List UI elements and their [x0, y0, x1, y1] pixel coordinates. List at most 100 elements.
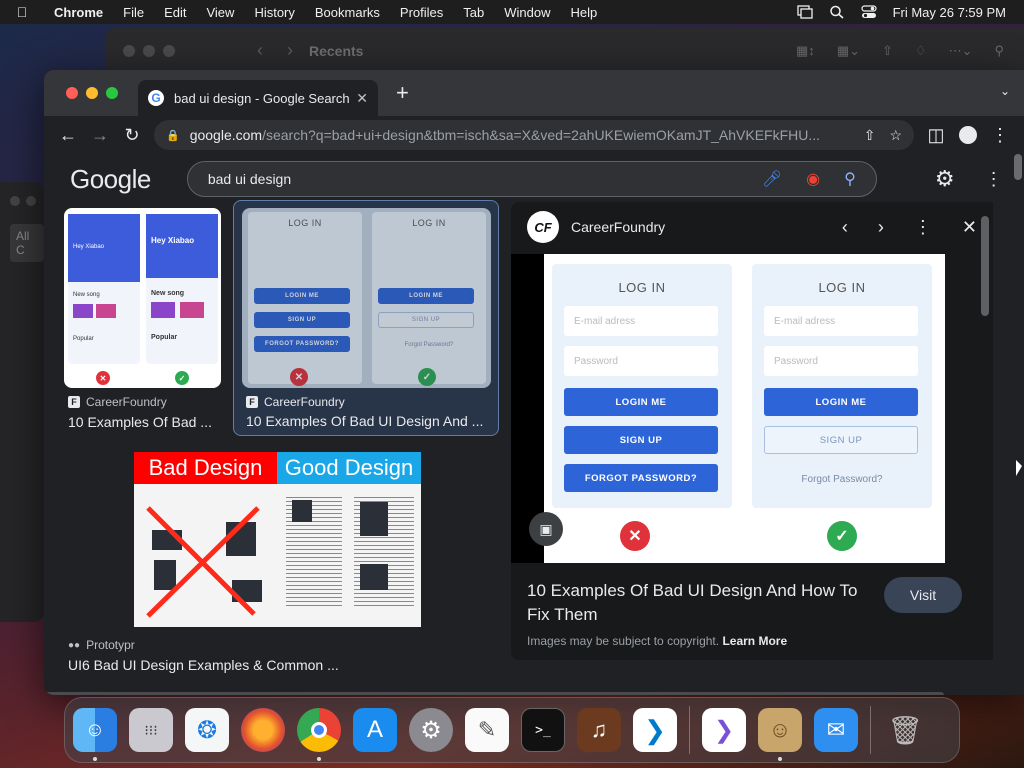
- careerfoundry-logo-icon[interactable]: CF: [527, 211, 559, 243]
- forward-button[interactable]: →: [84, 119, 116, 151]
- panel-source-name[interactable]: CareerFoundry: [571, 219, 665, 235]
- search-query[interactable]: bad ui design: [208, 171, 291, 187]
- good-check-icon: ✓: [175, 371, 189, 385]
- close-tab-icon[interactable]: ✕: [356, 90, 368, 107]
- menu-help[interactable]: Help: [561, 5, 608, 20]
- control-center-icon[interactable]: [860, 5, 877, 19]
- result-1-thumbnail[interactable]: Hey Xiabao New song Popular Hey Xiabao N…: [64, 208, 221, 388]
- result-3-source[interactable]: ●● Prototypr: [68, 638, 135, 652]
- menu-profiles[interactable]: Profiles: [390, 5, 453, 20]
- panel-title[interactable]: 10 Examples Of Bad UI Design And How To …: [527, 579, 867, 627]
- previous-image-icon[interactable]: ‹: [842, 217, 848, 238]
- reload-button[interactable]: ↻: [116, 119, 148, 151]
- menu-history[interactable]: History: [244, 5, 304, 20]
- chrome-icon[interactable]: [297, 708, 341, 761]
- image-result-2-selected[interactable]: LOG IN LOGIN ME SIGN UP FORGOT PASSWORD?…: [233, 200, 499, 436]
- menu-file[interactable]: File: [113, 5, 154, 20]
- learn-more-link[interactable]: Learn More: [722, 634, 787, 648]
- launchpad-icon[interactable]: ⁝⁝⁝: [129, 708, 173, 752]
- mock-greeting: Hey Xiabao: [73, 244, 105, 250]
- tab-search-chevron-icon[interactable]: ⌄: [1000, 84, 1010, 98]
- result-1-source[interactable]: F CareerFoundry: [68, 395, 167, 409]
- panel-scrollbar[interactable]: [981, 216, 989, 316]
- more-options-icon[interactable]: ⋮: [914, 217, 932, 238]
- page-horizontal-scrollbar[interactable]: [44, 692, 944, 695]
- bad-password-field: Password: [564, 346, 718, 376]
- visual-studio-icon[interactable]: ❯: [702, 708, 746, 752]
- close-panel-icon[interactable]: ✕: [962, 217, 977, 238]
- app-store-icon[interactable]: A: [353, 708, 397, 752]
- bad-signup-button: SIGN UP: [564, 426, 718, 454]
- back-button[interactable]: ←: [52, 119, 84, 151]
- finder-all-tab[interactable]: All C: [10, 224, 44, 262]
- careerfoundry-favicon-icon: F: [68, 396, 80, 408]
- search-icon[interactable]: ⚲: [844, 169, 856, 189]
- minimize-window-button[interactable]: [86, 87, 98, 99]
- zoom-window-button[interactable]: [106, 87, 118, 99]
- vscode-icon[interactable]: ❯: [633, 708, 677, 752]
- bookmark-star-icon[interactable]: ☆: [889, 127, 902, 144]
- image-result-1[interactable]: Hey Xiabao New song Popular Hey Xiabao N…: [64, 208, 222, 434]
- apple-menu-icon[interactable]: : [0, 4, 44, 20]
- bad-login-heading: LOG IN: [618, 280, 666, 295]
- textedit-icon[interactable]: ✎: [465, 708, 509, 752]
- screen-mirroring-icon[interactable]: [796, 5, 813, 19]
- menu-tab[interactable]: Tab: [453, 5, 494, 20]
- menu-chrome[interactable]: Chrome: [44, 5, 113, 20]
- lock-icon[interactable]: 🔒: [166, 129, 180, 142]
- firefox-icon[interactable]: [241, 708, 285, 752]
- new-tab-button[interactable]: +: [396, 80, 409, 106]
- tab-google-search[interactable]: G bad ui design - Google Search ✕: [138, 80, 378, 116]
- result-1-title[interactable]: 10 Examples Of Bad ...: [68, 414, 212, 430]
- good-login-button: LOGIN ME: [764, 388, 918, 416]
- visit-button[interactable]: Visit: [884, 577, 962, 613]
- profile-button[interactable]: [952, 119, 984, 151]
- preview-image[interactable]: LOG IN E-mail adress Password LOGIN ME S…: [511, 254, 945, 563]
- thumb-bad-heading: LOG IN: [288, 218, 322, 228]
- menubar-clock[interactable]: Fri May 26 7:59 PM: [893, 5, 1006, 20]
- menu-view[interactable]: View: [196, 5, 244, 20]
- google-lens-icon[interactable]: ◉: [806, 169, 820, 189]
- image-result-3[interactable]: Bad Design Good Design ●● Prototypr UI6 …: [64, 452, 421, 674]
- trash-icon[interactable]: 🗑︎: [883, 708, 927, 752]
- good-check-mark-icon: ✓: [827, 521, 857, 551]
- contacts-icon[interactable]: ☺: [758, 708, 802, 761]
- background-finder-window[interactable]: ‹ › Recents ▦↕ ▦⌄ ⇧ ♢ ⋯⌄ ⚲: [105, 28, 1024, 73]
- search-inside-image-icon[interactable]: ▣: [529, 512, 563, 546]
- system-settings-icon[interactable]: ⚙: [409, 708, 453, 752]
- google-header: Google bad ui design 🎤︎ ◉ ⚲ ⚙ ⋮: [44, 154, 1024, 204]
- share-page-icon[interactable]: ⇧: [864, 127, 876, 144]
- next-image-icon[interactable]: ›: [878, 217, 884, 238]
- menu-window[interactable]: Window: [494, 5, 560, 20]
- google-logo[interactable]: Google: [70, 164, 151, 195]
- settings-gear-icon[interactable]: ⚙: [935, 166, 955, 192]
- bad-login-panel: LOG IN E-mail adress Password LOGIN ME S…: [552, 264, 732, 508]
- result-2-thumbnail[interactable]: LOG IN LOGIN ME SIGN UP FORGOT PASSWORD?…: [242, 208, 491, 388]
- address-bar[interactable]: 🔒 google.com /search?q=bad+ui+design&tbm…: [154, 120, 914, 150]
- spotlight-search-icon[interactable]: [829, 5, 845, 19]
- terminal-icon[interactable]: >_: [521, 708, 565, 752]
- garageband-icon[interactable]: ♫: [577, 708, 621, 752]
- result-2-source-name: CareerFoundry: [264, 395, 345, 409]
- grid-view-icon: ▦↕: [796, 42, 815, 58]
- menu-edit[interactable]: Edit: [154, 5, 196, 20]
- menu-bookmarks[interactable]: Bookmarks: [305, 5, 390, 20]
- background-window-sidebar[interactable]: All C: [0, 182, 44, 622]
- result-2-source[interactable]: F CareerFoundry: [246, 395, 345, 409]
- safari-icon[interactable]: ❂: [185, 708, 229, 752]
- result-3-thumbnail[interactable]: Bad Design Good Design: [134, 452, 421, 627]
- result-2-title[interactable]: 10 Examples Of Bad UI Design And ...: [246, 413, 483, 429]
- close-window-button[interactable]: [66, 87, 78, 99]
- good-login-heading: LOG IN: [818, 280, 866, 295]
- side-panel-icon[interactable]: ◫: [920, 119, 952, 151]
- voice-search-icon[interactable]: 🎤︎: [762, 169, 782, 189]
- tag-icon: ♢: [914, 42, 927, 58]
- finder-title: Recents: [309, 42, 364, 59]
- page-vertical-scrollbar[interactable]: [1014, 154, 1022, 684]
- search-box[interactable]: bad ui design 🎤︎ ◉ ⚲: [186, 161, 877, 197]
- result-3-title[interactable]: UI6 Bad UI Design Examples & Common ...: [68, 657, 339, 673]
- chrome-menu-icon[interactable]: ⋮: [984, 119, 1016, 151]
- finder-icon[interactable]: ☺: [73, 708, 117, 761]
- apps-menu-icon[interactable]: ⋮: [985, 169, 1003, 190]
- mail-icon[interactable]: ✉: [814, 708, 858, 752]
